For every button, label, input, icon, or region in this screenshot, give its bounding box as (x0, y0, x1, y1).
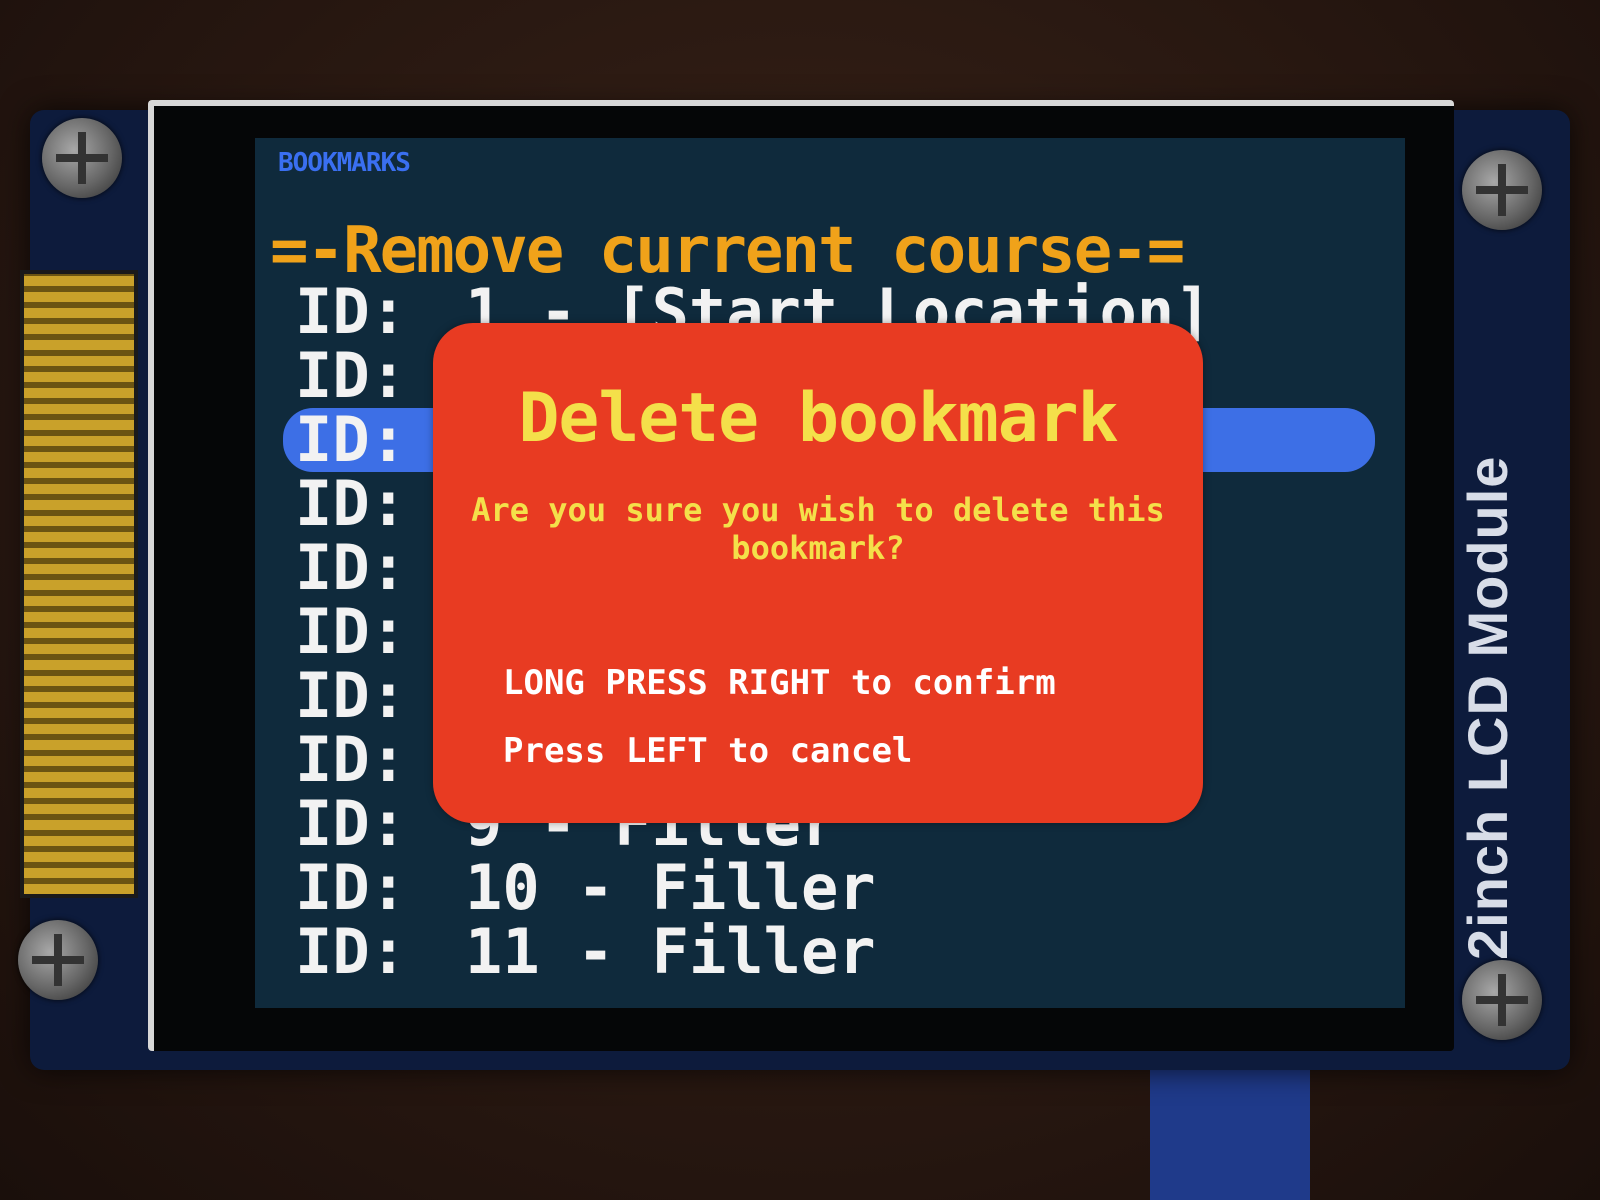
bookmark-text: 10 - Filler (465, 851, 876, 924)
screw-icon (18, 920, 98, 1000)
bookmark-id-label: ID: (295, 915, 407, 988)
delete-bookmark-dialog[interactable]: Delete bookmark Are you sure you wish to… (433, 323, 1203, 823)
bookmark-text: 11 - Filler (465, 915, 876, 988)
cancel-hint: Press LEFT to cancel (503, 731, 913, 771)
app-title: BOOKMARKS (278, 148, 411, 178)
ribbon-cable (1150, 1060, 1310, 1200)
bookmark-id-label: ID: (295, 851, 407, 924)
module-label: 2inch LCD Module (1456, 455, 1519, 960)
bookmark-row[interactable]: ID: 10 - Filler (295, 856, 1375, 920)
bookmark-row[interactable]: ID: 11 - Filler (295, 920, 1375, 984)
confirm-hint: LONG PRESS RIGHT to confirm (503, 663, 1056, 703)
screw-icon (42, 118, 122, 198)
screw-icon (1462, 960, 1542, 1040)
pin-connector (20, 270, 138, 898)
dialog-message: Are you sure you wish to delete this boo… (471, 491, 1165, 567)
screw-icon (1462, 150, 1542, 230)
dialog-title: Delete bookmark (518, 379, 1118, 458)
lcd-screen: BOOKMARKS =-Remove current course-= ID: 1… (255, 138, 1405, 1008)
bookmark-id-label: ID: (295, 275, 407, 348)
